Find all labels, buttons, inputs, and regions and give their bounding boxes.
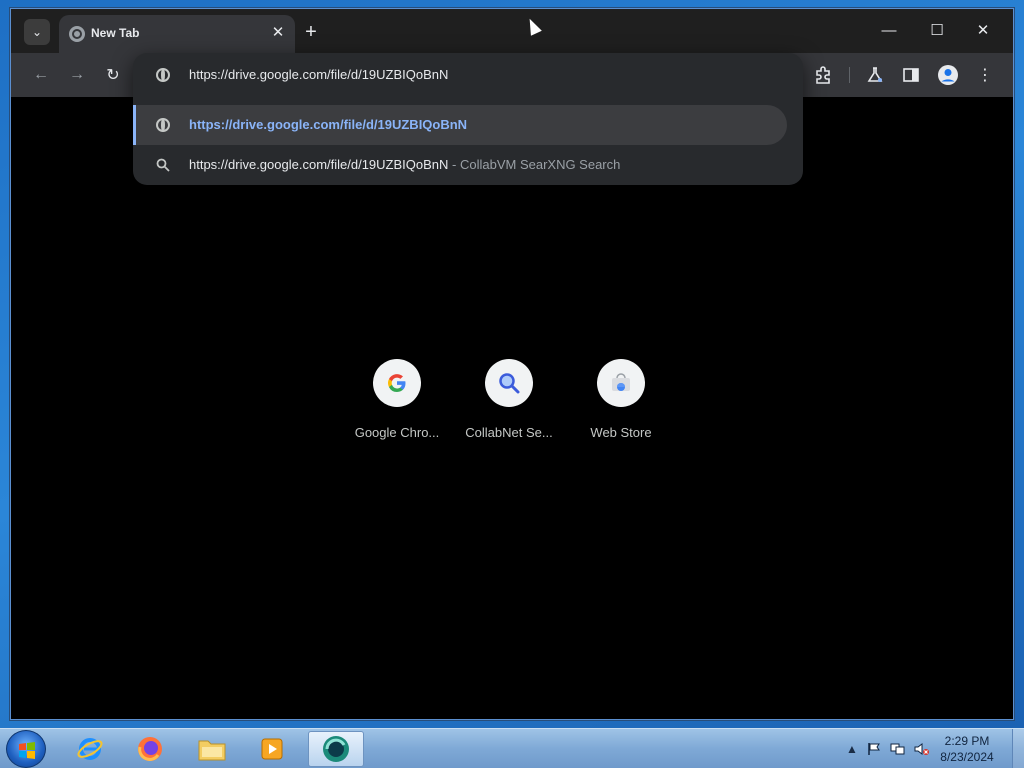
shortcut-web-store[interactable]: Web Store	[573, 359, 669, 449]
show-hidden-icons-arrow[interactable]: ▲	[844, 741, 860, 757]
windows-logo-icon	[19, 742, 35, 759]
back-arrow-icon[interactable]: ←	[29, 63, 53, 87]
forward-arrow-icon[interactable]: →	[65, 63, 89, 87]
suggestion-description: - CollabVM SearXNG Search	[452, 157, 621, 172]
selection-indicator	[133, 105, 136, 145]
chevron-down-icon: ⌄	[31, 25, 43, 39]
new-tab-button[interactable]: +	[299, 21, 323, 45]
folder-icon	[198, 740, 226, 761]
taskbar-firefox[interactable]	[122, 731, 178, 767]
start-button[interactable]	[6, 730, 46, 768]
shortcut-label: Google Chro...	[354, 425, 440, 440]
firefox-icon	[138, 737, 162, 761]
suggestion-query: https://drive.google.com/file/d/19UZBIQo…	[189, 157, 449, 172]
taskbar: ▲ 2:29 PM 8/23/2024	[0, 728, 1024, 768]
system-clock[interactable]: 2:29 PM 8/23/2024	[932, 733, 1002, 765]
extensions-puzzle-icon[interactable]	[811, 63, 835, 87]
taskbar-chrome-active[interactable]	[308, 731, 364, 767]
omnibox-input[interactable]: https://drive.google.com/file/d/19UZBIQo…	[189, 67, 448, 82]
volume-muted-icon[interactable]	[914, 741, 930, 757]
tab-close-icon[interactable]: ✕	[269, 24, 287, 42]
internet-explorer-icon	[77, 738, 103, 760]
tab-search-button[interactable]: ⌄	[24, 19, 50, 45]
shortcut-label: Web Store	[590, 425, 652, 440]
google-g-icon	[373, 359, 421, 407]
omnibox-input-row[interactable]: https://drive.google.com/file/d/19UZBIQo…	[133, 53, 803, 97]
show-desktop-button[interactable]	[1012, 729, 1024, 768]
media-player-icon	[261, 738, 283, 760]
globe-icon	[155, 67, 171, 83]
suggestion-url-text: https://drive.google.com/file/d/19UZBIQo…	[189, 117, 468, 132]
tab-title: New Tab	[91, 26, 140, 40]
tab-new-tab[interactable]: New Tab ✕	[59, 15, 295, 53]
profile-avatar-icon[interactable]	[936, 63, 960, 87]
clock-date: 8/23/2024	[940, 750, 994, 764]
maximize-button[interactable]: ☐	[915, 17, 959, 43]
globe-icon	[69, 26, 85, 42]
browser-app-icon	[323, 736, 349, 762]
action-center-flag-icon[interactable]	[866, 741, 882, 757]
clock-time: 2:29 PM	[944, 734, 990, 748]
globe-icon	[155, 117, 171, 133]
toolbar-divider	[849, 67, 850, 83]
reload-icon[interactable]: ↻	[101, 63, 125, 87]
search-icon	[155, 157, 171, 173]
labs-flask-icon[interactable]	[863, 63, 887, 87]
more-menu-icon[interactable]: ⋮	[973, 63, 997, 87]
taskbar-file-explorer[interactable]	[184, 731, 240, 767]
browser-window: ⌄ New Tab ✕ + — ☐ ✕ ← → ↻ ⋮ https://driv…	[10, 8, 1014, 720]
shortcut-label: CollabNet Se...	[465, 425, 553, 440]
omnibox-suggestion-search[interactable]: https://drive.google.com/file/d/19UZBIQo…	[133, 145, 787, 185]
network-icon[interactable]	[890, 741, 906, 757]
omnibox-dropdown: https://drive.google.com/file/d/19UZBIQo…	[133, 53, 803, 185]
minimize-button[interactable]: —	[867, 17, 911, 43]
magnifier-icon	[485, 359, 533, 407]
title-bar: ⌄ New Tab ✕ + — ☐ ✕	[11, 9, 1013, 53]
shortcut-collabnet-search[interactable]: CollabNet Se...	[461, 359, 557, 449]
taskbar-internet-explorer[interactable]	[62, 731, 118, 767]
taskbar-media-player[interactable]	[244, 731, 300, 767]
suggestion-search-text: https://drive.google.com/file/d/19UZBIQo…	[189, 157, 620, 172]
web-store-icon	[597, 359, 645, 407]
close-window-button[interactable]: ✕	[961, 17, 1005, 43]
omnibox-suggestion-url[interactable]: https://drive.google.com/file/d/19UZBIQo…	[133, 105, 787, 145]
shortcut-google-chrome[interactable]: Google Chro...	[349, 359, 445, 449]
side-panel-icon[interactable]	[899, 63, 923, 87]
